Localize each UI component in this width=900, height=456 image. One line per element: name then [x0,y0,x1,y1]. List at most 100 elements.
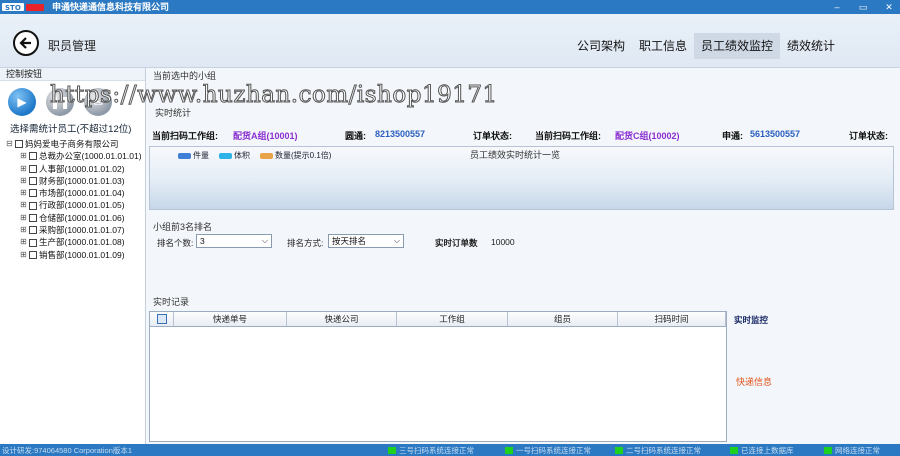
legend-label: 数量(提示0.1倍) [275,151,332,160]
tree-item[interactable]: ⊞ 行政部(1000.01.01.05) [6,199,142,211]
express2-value: 5613500557 [750,129,801,139]
back-button[interactable] [13,30,39,56]
status-item: 已连接上数据库 [730,445,794,456]
tree-item[interactable]: ⊞ 市场部(1000.01.01.04) [6,187,142,199]
minimize-button[interactable]: – [832,0,842,14]
copyright-text: 设计研发:974064580 Corporation版本1 [2,446,133,455]
play-button[interactable]: ▶ [8,88,36,116]
tree-checkbox[interactable] [29,213,37,222]
tree-checkbox[interactable] [29,164,37,173]
pause-icon: ❚❚ [49,95,71,109]
tab-performance-stats[interactable]: 绩效统计 [780,33,842,59]
status-text: 一号扫码系统连接正常 [516,446,591,455]
choose-employee-label: 选择需统计员工(不超过12位) [10,124,132,135]
select-all-checkbox[interactable] [156,314,167,324]
rank-count-label: 排名个数: [157,238,194,248]
app-title: 申通快递通信息科技有限公司 [52,2,170,12]
svg-text:STO: STO [5,4,21,12]
tree-item[interactable]: ⊞ 生产部(1000.01.01.08) [6,236,142,248]
legend-swatch [178,152,191,159]
status-item: 三号扫码系统连接正常 [388,445,474,456]
collapse-icon[interactable]: ⊟ [6,138,14,150]
tree-label: 行政部(1000.01.01.05) [39,200,125,211]
expand-icon[interactable]: ⊞ [20,150,28,162]
tree-item[interactable]: ⊞ 采购部(1000.01.01.07) [6,224,142,236]
log-table: 快递单号 快递公司 工作组 组员 扫码时间 [149,311,727,442]
tab-company-structure[interactable]: 公司架构 [570,33,632,59]
tree-checkbox[interactable] [15,140,23,149]
tree-checkbox[interactable] [29,201,37,210]
play-icon: ▶ [17,95,27,109]
header: 职员管理 公司架构 职工信息 员工绩效监控 绩效统计 [0,14,900,68]
column-header[interactable]: 组员 [508,312,618,326]
tab-employee-info[interactable]: 职工信息 [632,33,694,59]
column-header[interactable]: 扫码时间 [618,312,726,326]
realtime-title: 实时统计 [155,108,192,118]
column-header[interactable]: 快递公司 [287,312,397,326]
tree-checkbox[interactable] [29,250,37,259]
title-bar: STO 申通快递通信息科技有限公司 – ▭ ✕ [0,0,900,14]
select-all-cell[interactable] [150,312,174,326]
expand-icon[interactable]: ⊞ [20,163,28,175]
control-buttons: ▶ ❚❚ ✉ [8,88,112,116]
tree-label: 妈妈爱电子商务有限公司 [25,139,119,149]
express2-label: 申通: [722,131,743,141]
department-tree: ⊟ 妈妈爱电子商务有限公司 ⊞ 总裁办公室(1000.01.01.01) ⊞ 人事部(… [6,138,142,261]
left-panel: 控制按钮 ▶ ❚❚ ✉ 选择需统计员工(不超过12位) ⊟ 妈妈爱电子商务有限公司… [0,68,146,444]
orders-label: 实时订单数 [435,238,478,248]
rank-controls: 排名个数: 3 ⌵ 排名方式: 按天排名 ⌵ 实时订单数 10000 [155,234,900,250]
legend-swatch [219,152,232,159]
pause-button[interactable]: ❚❚ [46,88,74,116]
tab-performance-monitor[interactable]: 员工绩效监控 [694,33,781,59]
tree-item[interactable]: ⊞ 销售部(1000.01.01.09) [6,249,142,261]
expand-icon[interactable]: ⊞ [20,249,28,261]
group2-value: 配货C组(10002) [615,131,680,141]
rank-mode-select[interactable]: 按天排名 ⌵ [328,234,404,248]
status-item: 一号扫码系统连接正常 [505,445,591,456]
tree-checkbox[interactable] [29,152,37,161]
mail-button[interactable]: ✉ [84,88,112,116]
expand-icon[interactable]: ⊞ [20,187,28,199]
log-title: 实时记录 [153,297,190,307]
tree-label: 财务部(1000.01.01.03) [39,175,125,186]
expand-icon[interactable]: ⊞ [20,175,28,187]
tree-item[interactable]: ⊞ 总裁办公室(1000.01.01.01) [6,150,142,162]
chevron-down-icon: ⌵ [393,236,400,245]
tree-root[interactable]: ⊟ 妈妈爱电子商务有限公司 [6,138,142,150]
group2-label: 当前扫码工作组: [535,131,601,141]
legend-item: 体积 [219,150,250,161]
column-header[interactable]: 快递单号 [174,312,287,326]
express1-label: 圆通: [345,131,366,141]
rank-mode-label: 排名方式: [287,238,324,248]
tree-item[interactable]: ⊞ 财务部(1000.01.01.03) [6,175,142,187]
tree-checkbox[interactable] [29,189,37,198]
company-logo-icon: STO [2,3,44,12]
legend-item: 数量(提示0.1倍) [260,150,331,161]
tree-item[interactable]: ⊞ 人事部(1000.01.01.02) [6,163,142,175]
tree-checkbox[interactable] [29,238,37,247]
tree-item[interactable]: ⊞ 仓储部(1000.01.01.06) [6,212,142,224]
tree-checkbox[interactable] [29,226,37,235]
tree-checkbox[interactable] [29,177,37,186]
chart-title: 员工绩效实时统计一览 [470,150,561,160]
scan-info-row: 当前扫码工作组: 配货A组(10001) 圆通: 8213500557 订单状态… [147,127,900,141]
performance-chart: 员工绩效实时统计一览 件量 体积 数量(提示0.1倍) [149,146,894,210]
rank-count-select[interactable]: 3 ⌵ [196,234,272,248]
expand-icon[interactable]: ⊞ [20,199,28,211]
close-button[interactable]: ✕ [884,0,894,14]
expand-icon[interactable]: ⊞ [20,212,28,224]
legend-label: 体积 [234,151,250,160]
expand-icon[interactable]: ⊞ [20,236,28,248]
mail-icon: ✉ [92,95,104,109]
tree-label: 总裁办公室(1000.01.01.01) [39,151,142,162]
status-item: 二号扫码系统连接正常 [615,445,701,456]
status-text: 二号扫码系统连接正常 [626,446,701,455]
main-panel: 当前选中的小组 实时统计 当前扫码工作组: 配货A组(10001) 圆通: 82… [147,68,900,444]
column-header[interactable]: 工作组 [397,312,508,326]
status-text: 已连接上数据库 [741,446,794,455]
maximize-button[interactable]: ▭ [858,0,868,14]
legend-item: 件量 [178,150,209,161]
expand-icon[interactable]: ⊞ [20,224,28,236]
side-info-panel: 实时监控 快递信息 [732,311,900,442]
group1-label: 当前扫码工作组: [152,131,218,141]
